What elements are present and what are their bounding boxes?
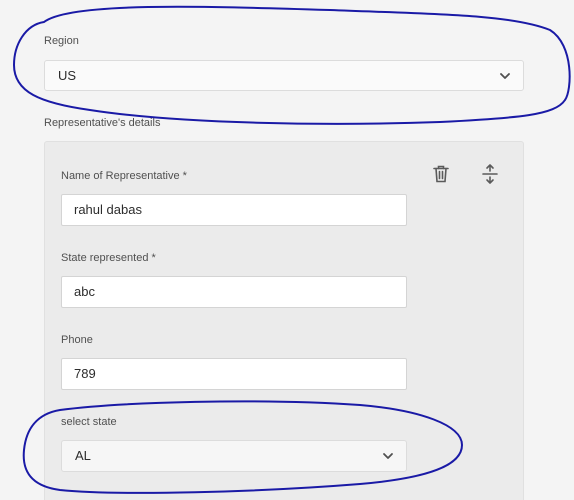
- phone-label: Phone: [61, 334, 93, 346]
- move-vertical-icon[interactable]: [479, 163, 501, 185]
- representative-section-label: Representative's details: [44, 117, 161, 129]
- select-state-label: select state: [61, 416, 117, 428]
- form-page: Region US Representative's details Name …: [0, 0, 574, 500]
- phone-input[interactable]: 789: [61, 358, 407, 390]
- select-state-dropdown[interactable]: AL: [61, 440, 407, 472]
- region-selected-value: US: [58, 68, 77, 83]
- chevron-down-icon: [383, 453, 393, 459]
- chevron-down-icon: [500, 73, 510, 79]
- region-dropdown[interactable]: US: [44, 60, 524, 91]
- trash-icon[interactable]: [430, 163, 452, 185]
- representative-name-input[interactable]: rahul dabas: [61, 194, 407, 226]
- state-represented-input[interactable]: abc: [61, 276, 407, 308]
- select-state-selected-value: AL: [75, 448, 91, 463]
- region-label: Region: [44, 35, 79, 47]
- representative-name-label: Name of Representative *: [61, 170, 187, 182]
- state-represented-label: State represented *: [61, 252, 156, 264]
